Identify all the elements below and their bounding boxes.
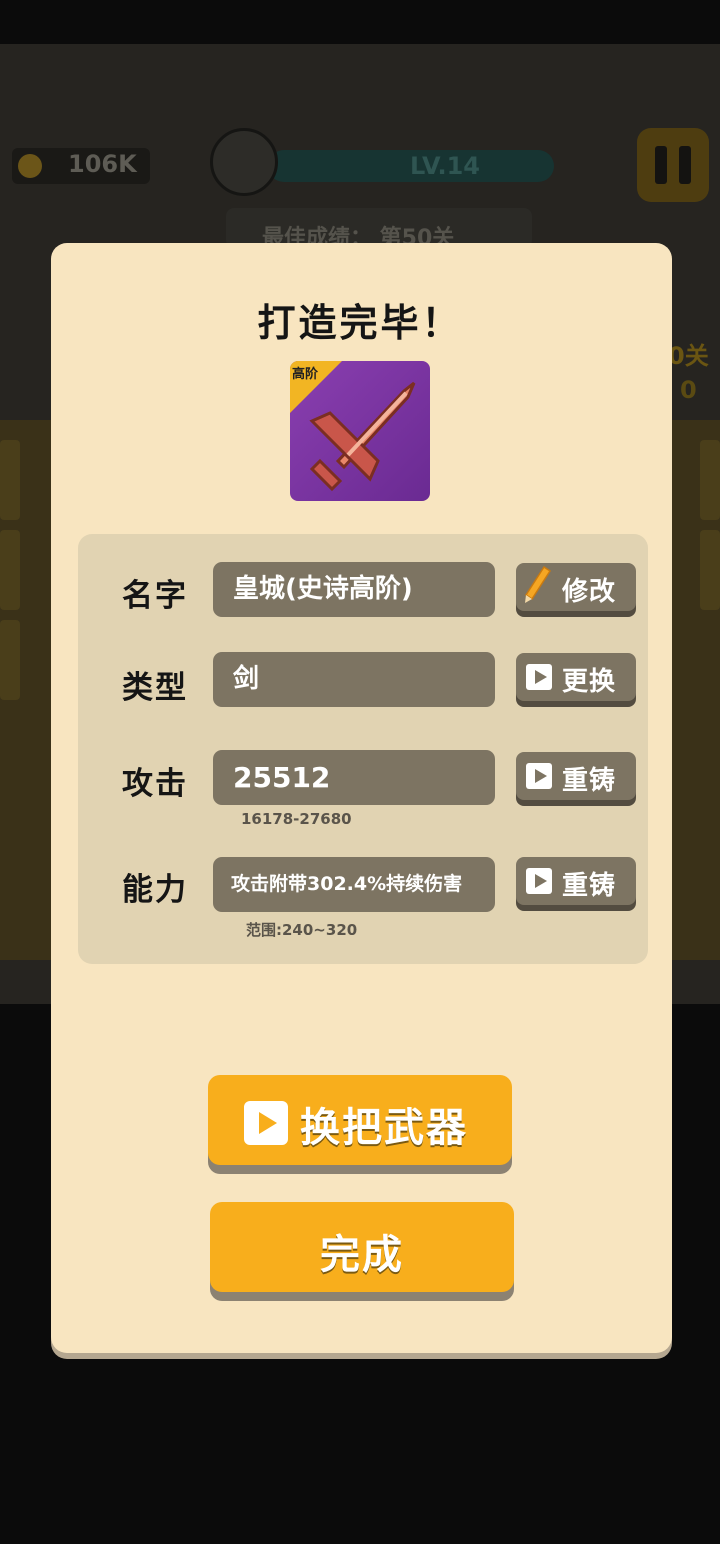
done-button[interactable]: 完成 bbox=[210, 1202, 514, 1292]
video-play-icon bbox=[526, 664, 552, 690]
coin-icon bbox=[18, 154, 42, 178]
attack-range-hint: 16178-27680 bbox=[241, 810, 352, 828]
avatar bbox=[210, 128, 278, 196]
side-number: 0 bbox=[680, 376, 697, 404]
rename-button[interactable]: 修改 bbox=[516, 563, 636, 611]
board-cell bbox=[700, 530, 720, 610]
video-play-icon bbox=[526, 763, 552, 789]
attack-label: 攻击 bbox=[122, 766, 188, 802]
name-field: 皇城(史诗高阶) bbox=[213, 562, 495, 617]
pause-icon bbox=[679, 146, 691, 184]
board-cell bbox=[0, 440, 20, 520]
change-weapon-button[interactable]: 换把武器 bbox=[208, 1075, 512, 1165]
change-type-button-label: 更换 bbox=[562, 667, 617, 697]
tier-tag-label: 高阶 bbox=[292, 367, 319, 382]
board-cell bbox=[0, 530, 20, 610]
dialog-title: 打造完毕！ bbox=[257, 301, 463, 345]
coin-amount: 106K bbox=[68, 150, 137, 178]
type-field: 剑 bbox=[213, 652, 495, 707]
pencil-icon bbox=[524, 565, 552, 603]
reforge-attack-button-label: 重铸 bbox=[562, 766, 617, 796]
video-play-icon bbox=[526, 868, 552, 894]
reforge-ability-button[interactable]: 重铸 bbox=[516, 857, 636, 905]
board-cell bbox=[700, 440, 720, 520]
pause-icon bbox=[655, 146, 667, 184]
attack-field: 25512 bbox=[213, 750, 495, 805]
weapon-item-icon: 高阶 bbox=[290, 361, 430, 501]
board-cell bbox=[0, 620, 20, 700]
ability-field: 攻击附带302.4%持续伤害 bbox=[213, 857, 495, 912]
change-type-button[interactable]: 更换 bbox=[516, 653, 636, 701]
level-label: LV.14 bbox=[410, 152, 480, 180]
change-weapon-button-label: 换把武器 bbox=[300, 1105, 468, 1151]
reforge-ability-button-label: 重铸 bbox=[562, 871, 617, 901]
type-label: 类型 bbox=[122, 670, 188, 706]
done-button-label: 完成 bbox=[320, 1232, 404, 1278]
pause-button[interactable] bbox=[637, 128, 709, 202]
reforge-attack-button[interactable]: 重铸 bbox=[516, 752, 636, 800]
video-play-icon bbox=[244, 1101, 288, 1145]
name-label: 名字 bbox=[122, 578, 188, 614]
ability-range-hint: 范围:240~320 bbox=[246, 921, 358, 939]
rename-button-label: 修改 bbox=[562, 577, 617, 607]
ability-label: 能力 bbox=[122, 872, 188, 908]
